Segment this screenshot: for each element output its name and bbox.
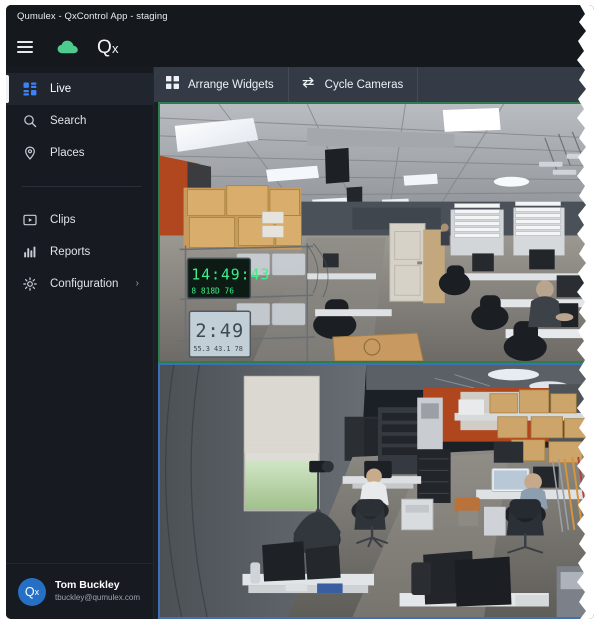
profile-name: Tom Buckley (55, 579, 120, 591)
sidebar-item-label: Reports (50, 246, 91, 258)
sidebar-item-clips[interactable]: Clips (6, 204, 153, 236)
main-content: Arrange Widgets Cycle Cameras 14:49:43 8… (154, 67, 594, 619)
avatar-initials-sub: x (34, 586, 40, 597)
video-clip-icon (22, 213, 37, 228)
sidebar: Live Search Places Clips Reports Configu… (6, 67, 154, 619)
chevron-right-icon: › (135, 278, 139, 289)
application-window: Qumulex - QxControl App - staging Qx Liv… (6, 5, 594, 619)
hamburger-icon[interactable] (17, 41, 33, 53)
svg-text:55.3 43.1 78: 55.3 43.1 78 (193, 345, 243, 353)
arrange-widgets-label: Arrange Widgets (188, 78, 274, 91)
title-bar: Qumulex - QxControl App - staging (6, 5, 594, 27)
map-pin-icon (22, 146, 37, 161)
avatar: Qx (18, 577, 46, 606)
sidebar-item-places[interactable]: Places (6, 137, 153, 169)
svg-text:8 818D 76: 8 818D 76 (191, 286, 234, 295)
gear-icon (22, 277, 37, 292)
screenshot-root: Qumulex - QxControl App - staging Qx Liv… (0, 0, 600, 623)
svg-text:2:49: 2:49 (195, 321, 244, 342)
profile-email: tbuckley@qumulex.com (55, 593, 141, 602)
window-title: Qumulex - QxControl App - staging (17, 10, 168, 22)
sidebar-item-live[interactable]: Live (6, 73, 153, 105)
bar-chart-icon (22, 245, 37, 260)
sidebar-item-label: Live (50, 83, 72, 95)
sidebar-item-label: Places (50, 147, 85, 159)
sidebar-item-configuration[interactable]: Configuration › (6, 268, 153, 300)
cycle-arrows-icon (301, 76, 316, 94)
video-grid: 14:49:43 8 818D 76 2:49 55.3 43.1 78 (158, 102, 594, 619)
sidebar-item-label: Clips (50, 214, 76, 226)
user-profile[interactable]: Qx Tom Buckley tbuckley@qumulex.com (6, 563, 154, 619)
camera-feed-lab-office-image (160, 365, 592, 617)
grid-widgets-icon (166, 75, 179, 94)
profile-text: Tom Buckley tbuckley@qumulex.com (55, 579, 140, 604)
cloud-logo-icon (56, 39, 80, 55)
toolbar-divider-end (417, 67, 419, 102)
sidebar-divider (22, 186, 141, 187)
sidebar-item-reports[interactable]: Reports (6, 236, 153, 268)
sidebar-item-search[interactable]: Search (6, 105, 153, 137)
live-toolbar: Arrange Widgets Cycle Cameras (154, 67, 594, 102)
sidebar-item-label: Search (50, 115, 87, 127)
arrange-widgets-button[interactable]: Arrange Widgets (154, 67, 288, 102)
cycle-cameras-label: Cycle Cameras (324, 78, 404, 91)
cycle-cameras-button[interactable]: Cycle Cameras (289, 67, 418, 102)
brand-logo-main: Q (97, 36, 112, 58)
sidebar-nav: Live Search Places Clips Reports Configu… (6, 67, 153, 300)
grid-dashboard-icon (22, 82, 37, 97)
sidebar-item-label: Configuration (50, 278, 119, 290)
avatar-initials-main: Q (24, 584, 35, 599)
brand-logo: Qx (97, 38, 119, 57)
camera-feed-lab-office[interactable] (158, 363, 594, 619)
camera-feed-warehouse-office-image: 14:49:43 8 818D 76 2:49 55.3 43.1 78 (160, 104, 592, 361)
app-header: Qx (6, 27, 594, 67)
camera-feed-warehouse-office[interactable]: 14:49:43 8 818D 76 2:49 55.3 43.1 78 (158, 102, 594, 363)
brand-logo-sub: x (111, 40, 119, 56)
svg-text:14:49:43: 14:49:43 (191, 266, 270, 283)
search-icon (22, 114, 37, 129)
